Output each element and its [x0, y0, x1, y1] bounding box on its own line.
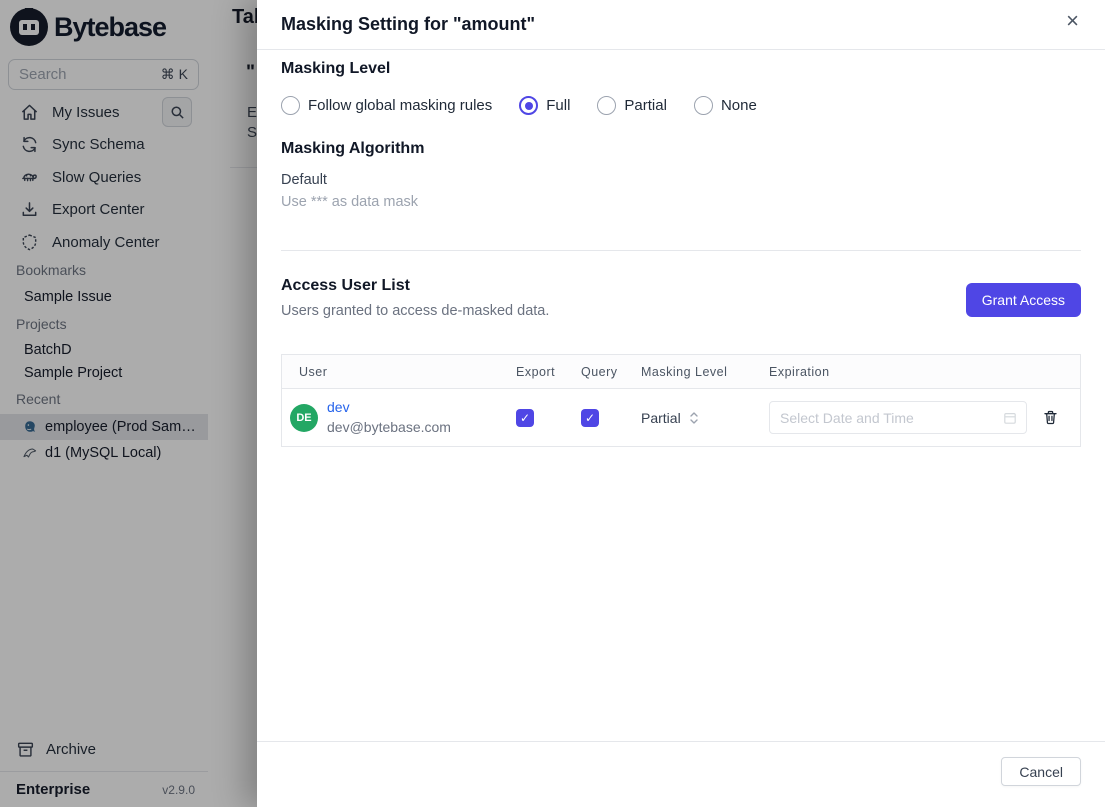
user-cell: DE dev dev@bytebase.com — [282, 398, 504, 437]
user-email: dev@bytebase.com — [327, 418, 451, 435]
radio-partial[interactable]: Partial — [597, 96, 667, 115]
grant-access-button[interactable]: Grant Access — [965, 283, 1081, 317]
radio-label: Partial — [624, 97, 667, 114]
col-query: Query — [581, 364, 618, 379]
actions-cell — [1030, 409, 1080, 426]
cancel-button[interactable]: Cancel — [1001, 757, 1081, 786]
export-cell — [504, 408, 569, 427]
expiration-placeholder: Select Date and Time — [780, 409, 914, 426]
masking-level-radio-group: Follow global masking rules Full Partial… — [281, 96, 757, 115]
radio-icon — [597, 96, 617, 115]
access-user-list-heading: Access User List — [281, 277, 410, 294]
masking-algorithm-heading: Masking Algorithm — [281, 140, 425, 157]
modal-backdrop[interactable] — [0, 0, 257, 807]
chevron-up-down-icon — [689, 411, 699, 425]
avatar: DE — [290, 403, 318, 432]
close-icon[interactable]: × — [1066, 10, 1079, 32]
radio-icon — [281, 96, 300, 115]
radio-label: None — [720, 97, 757, 114]
masking-setting-modal: Masking Setting for "amount" × Masking L… — [257, 0, 1105, 807]
masking-level-select[interactable]: Partial — [629, 410, 757, 426]
col-masking-level: Masking Level — [641, 364, 728, 379]
delete-access-button[interactable] — [1042, 409, 1059, 426]
calendar-icon — [1002, 410, 1018, 426]
col-user: User — [299, 364, 328, 379]
screen: Bytebase Search ⌘ K My Issues Sync Schem… — [0, 0, 1105, 807]
modal-header: Masking Setting for "amount" — [257, 0, 1105, 50]
access-user-list-subtitle: Users granted to access de-masked data. — [281, 303, 550, 319]
section-divider — [281, 250, 1081, 251]
radio-label: Follow global masking rules — [308, 97, 493, 114]
footer-divider — [257, 741, 1105, 742]
radio-full[interactable]: Full — [519, 96, 570, 115]
masking-level-heading: Masking Level — [281, 60, 391, 77]
radio-icon — [519, 96, 539, 115]
trash-icon — [1042, 409, 1059, 426]
radio-none[interactable]: None — [693, 96, 757, 115]
query-cell — [569, 408, 629, 427]
radio-follow-global[interactable]: Follow global masking rules — [281, 96, 492, 115]
table-header-row: User Export Query Masking Level Expirati… — [282, 355, 1080, 389]
user-name-link[interactable]: dev — [327, 398, 451, 418]
expiration-date-input[interactable]: Select Date and Time — [769, 401, 1027, 434]
export-checkbox[interactable] — [516, 408, 534, 427]
algorithm-name: Default — [281, 172, 327, 188]
col-expiration: Expiration — [769, 364, 830, 379]
algorithm-description: Use *** as data mask — [281, 194, 419, 210]
expiration-cell: Select Date and Time — [757, 401, 1030, 434]
radio-icon — [693, 96, 713, 115]
table-row: DE dev dev@bytebase.com Partial — [282, 389, 1080, 446]
modal-title: Masking Setting for "amount" — [281, 14, 536, 34]
masking-level-value: Partial — [641, 409, 681, 426]
query-checkbox[interactable] — [581, 408, 599, 427]
col-export: Export — [516, 364, 556, 379]
access-user-table: User Export Query Masking Level Expirati… — [281, 354, 1081, 447]
radio-label: Full — [546, 97, 571, 114]
